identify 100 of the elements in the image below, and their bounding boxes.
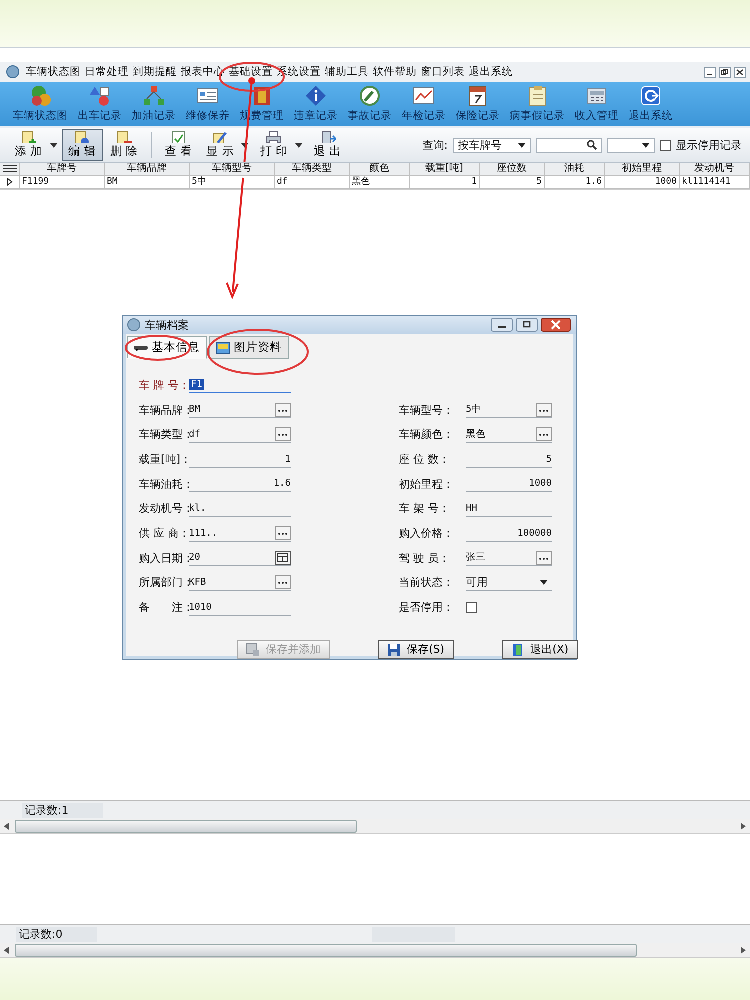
close-icon[interactable] bbox=[734, 66, 746, 78]
annotation-ellipse bbox=[125, 335, 191, 361]
caret-icon bbox=[518, 142, 526, 148]
field-label: 车辆品牌： bbox=[139, 402, 189, 418]
column-header[interactable]: 载重[吨] bbox=[410, 163, 480, 176]
restore-icon[interactable] bbox=[516, 318, 538, 332]
minimize-icon[interactable] bbox=[704, 66, 716, 78]
more-icon[interactable] bbox=[275, 575, 291, 590]
menu-item[interactable]: 车辆状态图 bbox=[24, 65, 83, 79]
input-field[interactable]: 1 bbox=[189, 452, 291, 468]
ribbon-button[interactable]: 退出系统 bbox=[624, 85, 678, 123]
field-label: 备 注： bbox=[139, 600, 189, 616]
dropdown-arrow-icon[interactable] bbox=[294, 142, 303, 148]
door-icon bbox=[510, 642, 525, 656]
menu-item[interactable]: 基础设置 bbox=[227, 65, 275, 79]
more-icon[interactable] bbox=[536, 550, 552, 565]
column-header[interactable]: 发动机号 bbox=[680, 163, 750, 176]
scroll-right-icon[interactable] bbox=[741, 822, 746, 830]
filter-dropdown[interactable] bbox=[607, 138, 655, 152]
ribbon-button[interactable]: 事故记录 bbox=[343, 85, 397, 123]
input-field[interactable]: 1000 bbox=[466, 476, 552, 492]
toolbar-button[interactable]: 退 出 bbox=[306, 129, 349, 161]
dropdown-arrow-icon[interactable] bbox=[50, 142, 58, 148]
field-label: 供 应 商： bbox=[139, 526, 189, 542]
clipboard-icon bbox=[526, 85, 548, 107]
field-label: 购入日期： bbox=[139, 550, 189, 566]
more-icon[interactable] bbox=[275, 427, 291, 442]
input-field[interactable]: KFB bbox=[189, 574, 291, 591]
input-field[interactable]: F1 bbox=[189, 377, 291, 394]
date-field[interactable]: 20 bbox=[189, 550, 291, 566]
input-field[interactable]: 1010 bbox=[189, 600, 291, 616]
globe-icon bbox=[6, 65, 20, 79]
input-field[interactable]: 111.. bbox=[189, 526, 291, 542]
input-field[interactable]: HH bbox=[466, 500, 552, 517]
toolbar-button[interactable]: 显 示 bbox=[200, 129, 242, 161]
more-icon[interactable] bbox=[275, 402, 291, 417]
calendar-icon bbox=[467, 85, 489, 107]
dialog-button[interactable]: 退出(X) bbox=[502, 640, 578, 659]
horizontal-scrollbar[interactable] bbox=[0, 943, 750, 958]
ribbon-button[interactable]: 出车记录 bbox=[73, 85, 127, 123]
more-icon[interactable] bbox=[536, 402, 552, 417]
input-field[interactable]: 黑色 bbox=[466, 426, 552, 443]
input-field[interactable]: 张三 bbox=[466, 550, 552, 566]
menu-item[interactable]: 软件帮助 bbox=[371, 65, 419, 79]
menu-item[interactable]: 退出系统 bbox=[467, 65, 515, 79]
menu-item[interactable]: 窗口列表 bbox=[419, 65, 467, 79]
grid-lines-icon bbox=[2, 165, 16, 173]
dialog-button[interactable]: 保存(S) bbox=[378, 640, 454, 659]
toolbar-button[interactable]: 删 除 bbox=[103, 129, 145, 161]
field-label: 车 架 号： bbox=[399, 501, 451, 516]
input-field[interactable]: BM bbox=[189, 402, 291, 418]
ribbon-button[interactable]: 病事假记录 bbox=[505, 85, 570, 123]
ribbon-button[interactable]: 保险记录 bbox=[451, 85, 505, 123]
field-label: 发动机号： bbox=[139, 501, 189, 516]
record-count: 记录数:1 bbox=[22, 802, 103, 818]
status-dropdown[interactable]: 可用 bbox=[466, 574, 552, 591]
menu-item[interactable]: 辅助工具 bbox=[323, 65, 371, 79]
calendar-icon[interactable] bbox=[275, 550, 291, 565]
field-label: 车 牌 号： bbox=[139, 378, 189, 393]
toolbar-button[interactable]: 编 辑 bbox=[62, 129, 104, 161]
ribbon-button[interactable]: 车辆状态图 bbox=[8, 85, 73, 123]
toolbar-button[interactable]: 查 看 bbox=[158, 129, 200, 161]
ribbon-button[interactable]: 加油记录 bbox=[127, 85, 181, 123]
input-field[interactable]: 5中 bbox=[466, 402, 552, 418]
save-add-icon bbox=[246, 642, 260, 656]
dropdown-arrow-icon[interactable] bbox=[241, 142, 250, 148]
search-field[interactable] bbox=[536, 138, 602, 152]
input-field[interactable]: df bbox=[189, 426, 291, 443]
tab[interactable]: 图片资料 bbox=[209, 336, 289, 360]
ribbon-button[interactable]: 收入管理 bbox=[570, 85, 624, 123]
field-label: 购入价格： bbox=[399, 526, 455, 542]
table-cell: 5中 bbox=[190, 176, 275, 189]
scroll-right-icon[interactable] bbox=[741, 946, 746, 954]
scroll-left-icon[interactable] bbox=[4, 946, 9, 954]
menu-item[interactable]: 到期提醒 bbox=[131, 65, 179, 79]
field-label: 载重[吨]： bbox=[139, 452, 189, 468]
query-type-dropdown[interactable]: 按车牌号 bbox=[453, 138, 531, 152]
input-field[interactable]: 1.6 bbox=[189, 476, 291, 492]
scroll-left-icon[interactable] bbox=[4, 822, 9, 830]
field-label: 车辆类型： bbox=[139, 427, 189, 442]
checkbox[interactable] bbox=[660, 140, 671, 150]
input-field[interactable]: kl. bbox=[189, 500, 291, 517]
dialog-title: 车辆档案 bbox=[145, 318, 189, 333]
column-header[interactable]: 油耗 bbox=[545, 163, 605, 176]
horizontal-scrollbar[interactable] bbox=[0, 819, 750, 834]
query-label: 查询: bbox=[422, 138, 448, 152]
ribbon-button[interactable]: 年检记录 bbox=[397, 85, 451, 123]
ribbon-button[interactable]: 维修保养 bbox=[181, 85, 235, 123]
checkbox[interactable] bbox=[466, 602, 477, 614]
toolbar-button[interactable]: 添 加 bbox=[8, 129, 50, 161]
menu-item[interactable]: 日常处理 bbox=[83, 65, 131, 79]
ribbon-button[interactable]: 违章记录 bbox=[289, 85, 343, 123]
input-field[interactable]: 5 bbox=[466, 452, 552, 468]
toolbar-button[interactable]: 打 印 bbox=[253, 129, 295, 161]
input-field[interactable]: 100000 bbox=[466, 526, 552, 542]
restore-icon[interactable] bbox=[719, 66, 731, 78]
close-icon[interactable] bbox=[541, 318, 571, 332]
more-icon[interactable] bbox=[536, 427, 552, 442]
more-icon[interactable] bbox=[275, 526, 291, 540]
minimize-icon[interactable] bbox=[491, 318, 513, 332]
